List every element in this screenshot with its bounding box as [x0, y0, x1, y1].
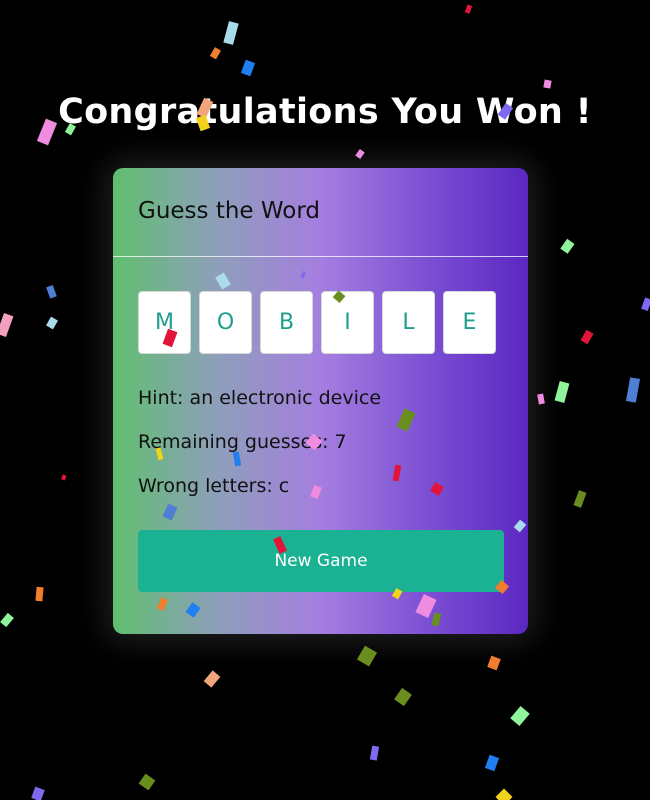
confetti-piece — [543, 79, 552, 89]
win-message: Congratulations You Won ! — [58, 92, 592, 132]
confetti-piece — [495, 788, 513, 800]
confetti-piece — [537, 393, 545, 405]
word-game-card: Guess the Word M O B I L E Hint: an elec… — [113, 168, 528, 634]
letter-tile: B — [260, 291, 313, 354]
new-game-button[interactable]: New Game — [138, 530, 504, 592]
confetti-piece — [369, 745, 380, 761]
letter-tile: M — [138, 291, 191, 354]
game-screen: Congratulations You Won ! Guess the Word… — [0, 0, 650, 800]
confetti-piece — [394, 687, 412, 707]
confetti-piece — [580, 329, 594, 345]
remaining-guesses-text: Remaining guesses: 7 — [138, 431, 347, 453]
letter-tile: I — [321, 291, 374, 354]
confetti-piece — [355, 149, 365, 159]
confetti-piece — [0, 312, 14, 338]
letter-tile: L — [382, 291, 435, 354]
card-title: Guess the Word — [138, 198, 321, 224]
confetti-piece — [46, 316, 58, 330]
confetti-piece — [484, 754, 500, 772]
confetti-piece — [240, 59, 256, 77]
confetti-piece — [573, 490, 587, 508]
confetti-piece — [641, 297, 650, 312]
confetti-piece — [223, 21, 239, 45]
confetti-piece — [0, 612, 14, 628]
confetti-piece — [35, 586, 44, 602]
confetti-piece — [31, 786, 45, 800]
confetti-piece — [487, 655, 501, 671]
title-divider — [113, 256, 528, 257]
letter-tile: O — [199, 291, 252, 354]
confetti-piece — [464, 4, 473, 14]
confetti-piece — [46, 284, 57, 299]
confetti-piece — [560, 238, 575, 254]
confetti-piece — [61, 474, 67, 481]
confetti-piece — [625, 377, 641, 403]
confetti-piece — [554, 381, 570, 403]
hint-text: Hint: an electronic device — [138, 387, 382, 409]
word-tiles: M O B I L E — [138, 291, 496, 354]
confetti-piece — [510, 706, 530, 726]
confetti-piece — [203, 670, 221, 688]
wrong-letters-text: Wrong letters: c — [138, 475, 290, 497]
confetti-piece — [209, 47, 221, 60]
confetti-piece — [138, 773, 156, 791]
confetti-piece — [356, 645, 378, 667]
letter-tile: E — [443, 291, 496, 354]
